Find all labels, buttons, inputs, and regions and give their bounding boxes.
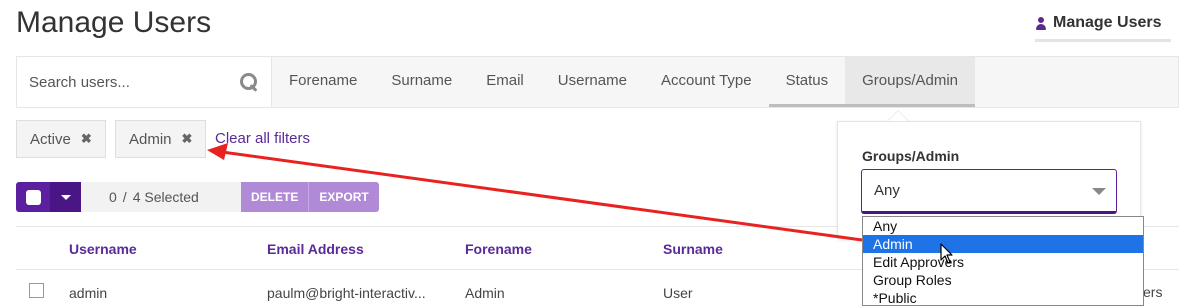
cell-forename: Admin (465, 285, 505, 301)
bulk-toolbar: 0 / 4 Selected DELETE EXPORT (16, 182, 379, 212)
tab-account-type[interactable]: Account Type (644, 57, 769, 107)
checkbox-icon (25, 189, 41, 205)
select-value: Any (874, 182, 900, 199)
option-any[interactable]: Any (863, 217, 1143, 235)
tab-username[interactable]: Username (541, 57, 644, 107)
groups-admin-select[interactable]: Any (861, 169, 1117, 214)
selected-count: 0 (109, 189, 117, 205)
close-icon[interactable]: ✖ (182, 131, 193, 147)
filter-chip-active[interactable]: Active ✖ (16, 120, 106, 158)
cell-truncated: ers (1143, 284, 1163, 300)
row-checkbox[interactable] (29, 283, 44, 298)
export-button[interactable]: EXPORT (309, 182, 379, 212)
filter-chip-admin[interactable]: Admin ✖ (115, 120, 207, 158)
manage-users-label: Manage Users (1053, 14, 1162, 31)
selection-separator: / (122, 189, 127, 205)
tab-status[interactable]: Status (768, 57, 846, 107)
column-header-username[interactable]: Username (69, 241, 137, 257)
selected-total: 4 Selected (132, 189, 199, 205)
select-dropdown-button[interactable] (50, 182, 81, 212)
popover-caret-inner (888, 111, 908, 121)
select-all-checkbox[interactable] (16, 182, 50, 212)
cell-username: admin (69, 285, 108, 301)
chevron-down-icon (1092, 188, 1106, 195)
option-public[interactable]: *Public (863, 289, 1143, 305)
search-box (17, 57, 272, 107)
search-icon[interactable] (239, 72, 259, 92)
tab-groups-admin[interactable]: Groups/Admin (845, 57, 975, 107)
cell-email: paulm@bright-interactiv... (267, 285, 426, 301)
groups-admin-options: Any Admin Edit Approvers Group Roles *Pu… (862, 216, 1144, 306)
filter-chip-label: Active (30, 130, 71, 148)
manage-users-link[interactable]: Manage Users (1035, 12, 1171, 42)
chevron-down-icon (60, 194, 71, 200)
tab-forename[interactable]: Forename (272, 57, 374, 107)
user-icon (1035, 17, 1047, 31)
option-edit-approvers[interactable]: Edit Approvers (863, 253, 1143, 271)
close-icon[interactable]: ✖ (81, 131, 92, 147)
option-admin[interactable]: Admin (863, 235, 1143, 253)
column-header-forename[interactable]: Forename (465, 241, 532, 257)
popover-label: Groups/Admin (862, 148, 960, 164)
column-header-email[interactable]: Email Address (267, 241, 364, 257)
filter-chip-label: Admin (129, 130, 172, 148)
search-input[interactable] (29, 73, 229, 91)
clear-all-filters-link[interactable]: Clear all filters (215, 130, 310, 147)
cell-surname: User (663, 285, 693, 301)
tab-email[interactable]: Email (469, 57, 541, 107)
delete-button[interactable]: DELETE (241, 182, 310, 212)
page-title: Manage Users (16, 6, 212, 39)
column-header-surname[interactable]: Surname (663, 241, 723, 257)
selection-count: 0 / 4 Selected (81, 182, 241, 212)
tab-surname[interactable]: Surname (374, 57, 469, 107)
option-group-roles[interactable]: Group Roles (863, 271, 1143, 289)
filter-bar: Forename Surname Email Username Account … (16, 56, 1179, 108)
